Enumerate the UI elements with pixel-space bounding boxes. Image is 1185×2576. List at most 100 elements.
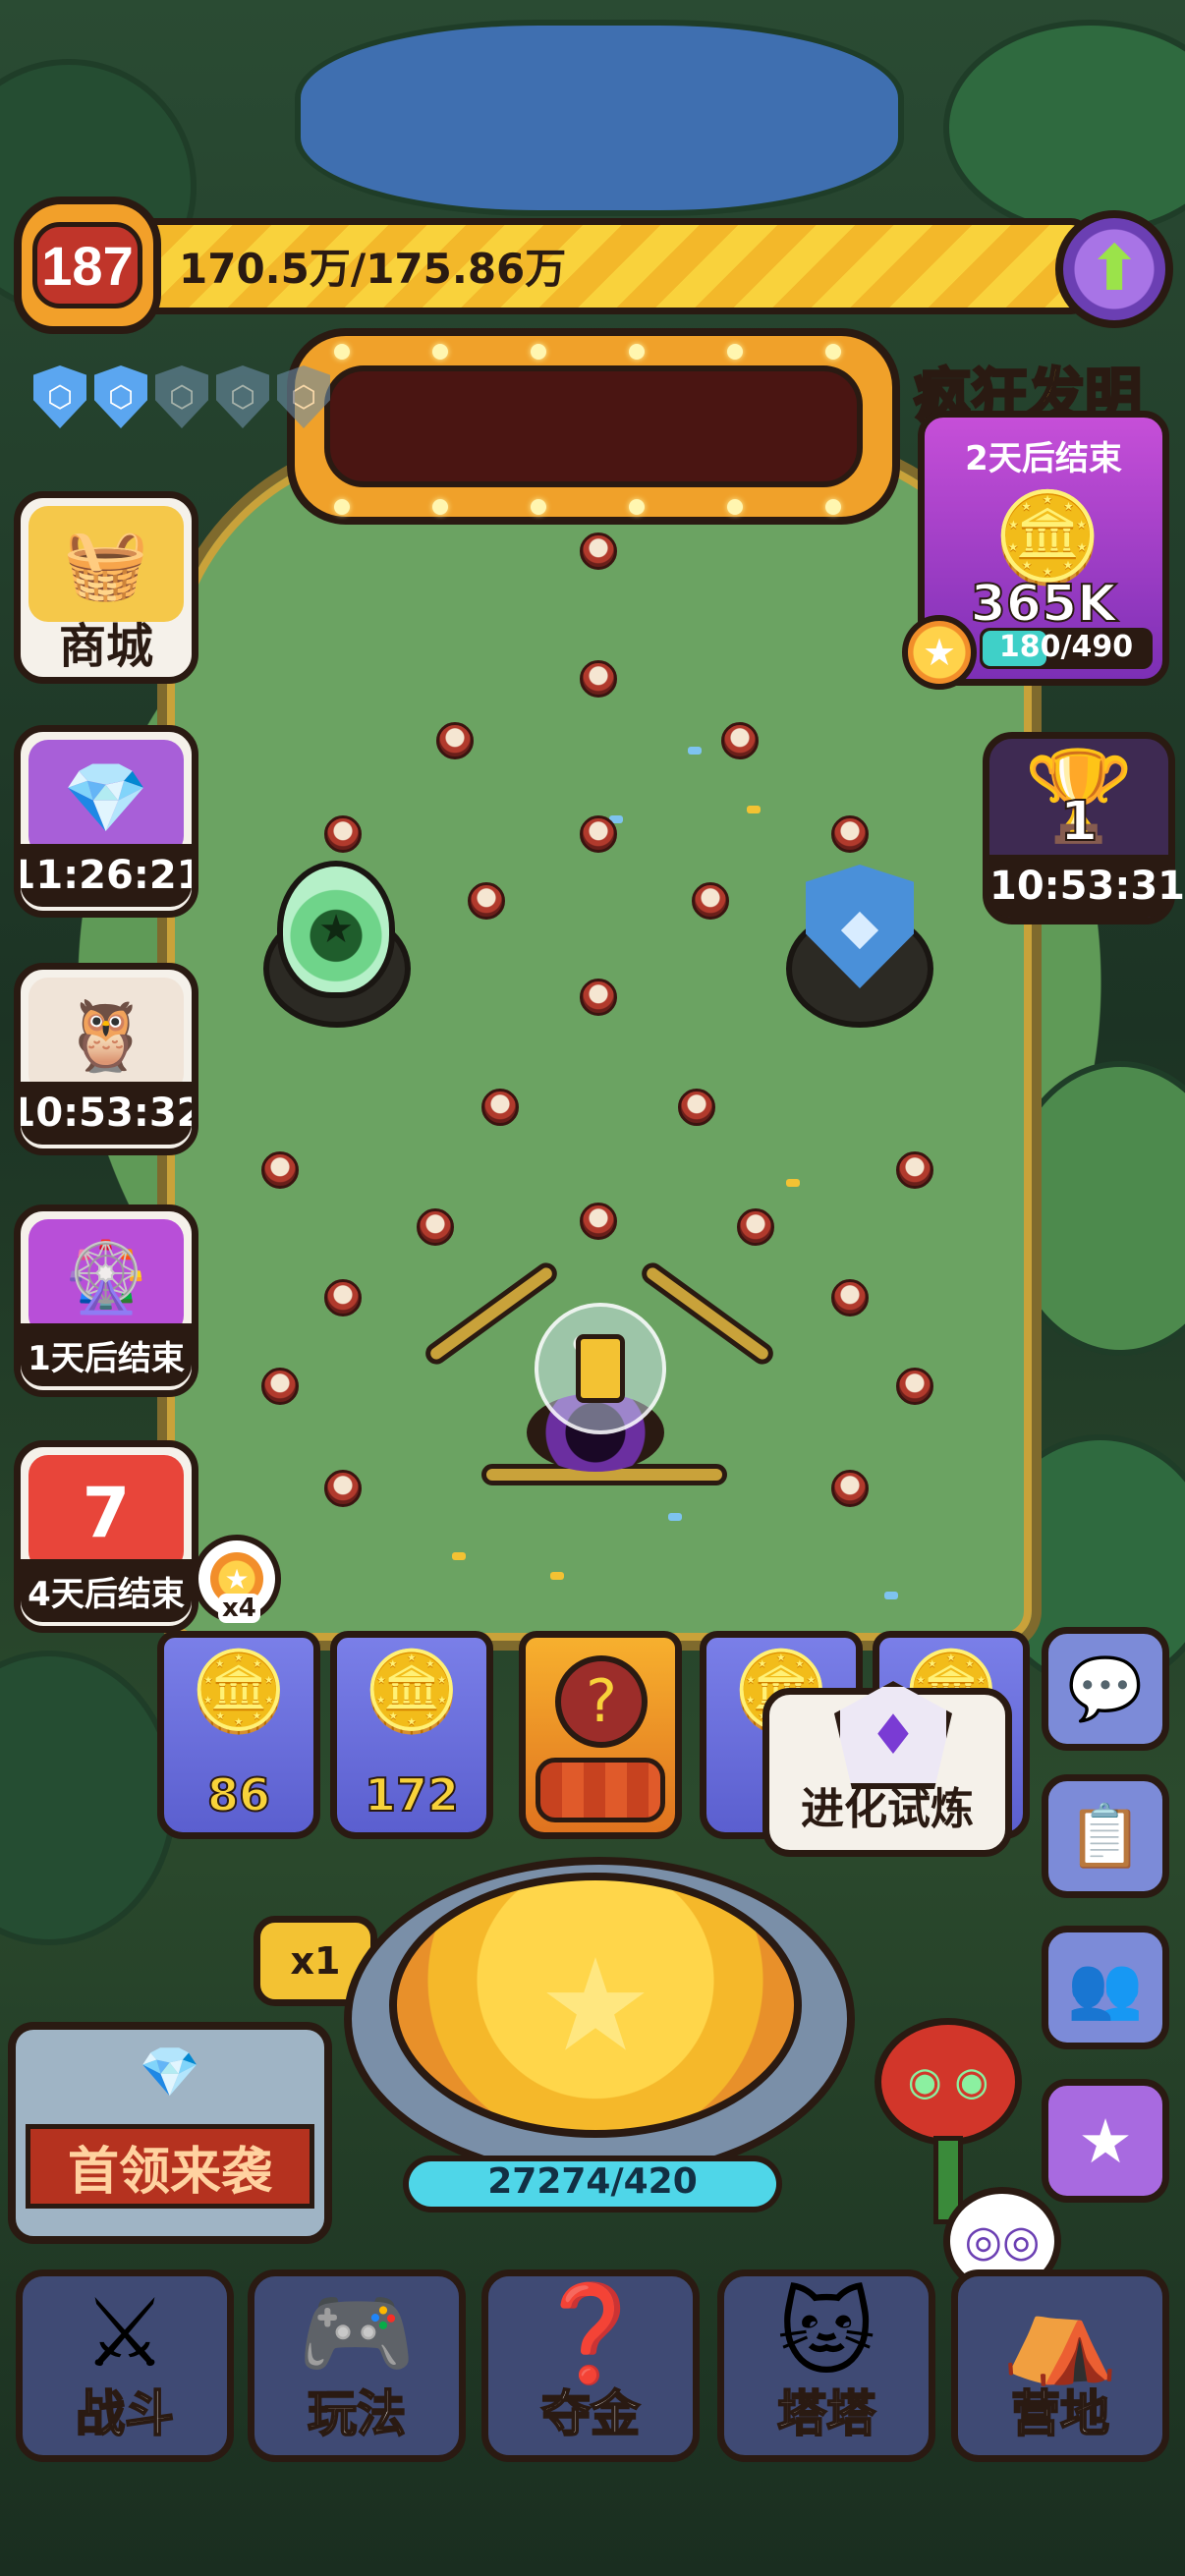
monster-egg-icon[interactable]: ★: [277, 861, 395, 998]
bulb: [727, 344, 743, 360]
nav-tata-label: 塔塔: [776, 2384, 876, 2443]
medal-icon: ★: [902, 615, 977, 690]
bulb: [432, 344, 448, 360]
slot-value: 86: [206, 1767, 271, 1822]
bulb: [727, 499, 743, 515]
gamepad-icon: 🎮: [298, 2278, 416, 2388]
gem-chest-timer: 11:26:21: [21, 844, 192, 907]
shop-basket-icon: 🧺: [28, 506, 184, 622]
mystery-slot: ?: [519, 1631, 682, 1839]
peg: [580, 532, 617, 570]
trophy-rank: 1: [1059, 789, 1100, 855]
daily-task-icon[interactable]: 📋: [1042, 1774, 1169, 1898]
peg: [896, 1368, 933, 1405]
nav-camp-label: 营地: [1010, 2384, 1110, 2443]
marquee-screen: [324, 365, 863, 487]
peg: [436, 722, 474, 759]
evolution-label: 进化试炼: [801, 1784, 974, 1834]
boss-label: 首领来袭: [26, 2124, 314, 2209]
gift-card-icon: [576, 1334, 625, 1403]
peg: [580, 979, 617, 1016]
tent-roofs: [295, 20, 904, 216]
mystery-star-icon: ?: [555, 1655, 648, 1748]
confetti: [786, 1179, 800, 1187]
nav-gold-rush[interactable]: ❓ 夺金: [481, 2269, 700, 2462]
event-progress-bar: 180/490: [980, 628, 1153, 669]
cat-gem-icon[interactable]: ★: [1042, 2079, 1169, 2203]
confetti: [668, 1513, 682, 1521]
nav-camp[interactable]: ⛺ 营地: [951, 2269, 1169, 2462]
peg: [261, 1151, 299, 1189]
launch-button[interactable]: ★: [389, 1873, 802, 2138]
peg: [324, 815, 362, 853]
rose-face-icon: ◉ ◉: [875, 2018, 1022, 2146]
level-number: 187: [32, 222, 142, 308]
peg: [831, 1470, 869, 1507]
nav-battle[interactable]: ⚔ 战斗: [16, 2269, 234, 2462]
peg: [896, 1151, 933, 1189]
reward-bubble[interactable]: [535, 1303, 666, 1434]
peg: [831, 815, 869, 853]
wheel-event-button[interactable]: 🎡 1天后结束: [14, 1204, 198, 1397]
nav-gold-rush-label: 夺金: [540, 2384, 641, 2443]
confetti: [884, 1592, 898, 1599]
reward-slot: 🪙 86: [157, 1631, 320, 1839]
gem-chest-icon: 💎: [28, 740, 184, 856]
peg: [737, 1208, 774, 1246]
chat-icon[interactable]: 💬: [1042, 1627, 1169, 1751]
crossed-swords-icon: ⚔: [82, 2278, 168, 2388]
bulb: [334, 499, 350, 515]
wheel-event-icon: 🎡: [28, 1219, 184, 1335]
reward-slot: 🪙 172: [330, 1631, 493, 1839]
peg: [324, 1279, 362, 1316]
bulb: [334, 344, 350, 360]
confetti: [747, 806, 761, 813]
nav-gameplay[interactable]: 🎮 玩法: [248, 2269, 466, 2462]
friends-icon[interactable]: 👥: [1042, 1926, 1169, 2049]
level-badge[interactable]: 187: [14, 196, 161, 334]
arrow-up-icon[interactable]: ⬆: [1055, 210, 1173, 328]
robot-cat-icon: 🐱: [776, 2278, 876, 2388]
bulb: [629, 499, 645, 515]
peg: [831, 1279, 869, 1316]
peg: [481, 1089, 519, 1126]
hero-event-button[interactable]: 🦉 10:53:32: [14, 963, 198, 1155]
confetti: [452, 1552, 466, 1560]
bulb: [531, 499, 546, 515]
shop-label: 商城: [58, 619, 153, 674]
evolution-trial-button[interactable]: ♦ 进化试炼: [762, 1681, 1012, 1857]
gold-coins-icon: 🪙: [190, 1646, 288, 1737]
peg: [692, 882, 729, 920]
forest-bush: [0, 1651, 177, 1945]
ball-count: x4: [218, 1594, 260, 1623]
shop-button[interactable]: 🧺 商城: [14, 491, 198, 684]
confetti: [688, 747, 702, 755]
peg: [324, 1470, 362, 1507]
marquee-board: [287, 328, 900, 525]
mystery-box-icon: ❓: [532, 2278, 649, 2388]
event-progress-text: 180/490: [998, 630, 1134, 664]
boss-icon: 💎: [139, 2044, 201, 2100]
barrel-icon: [536, 1758, 665, 1822]
hero-event-timer: 10:53:32: [21, 1082, 192, 1145]
peg: [580, 815, 617, 853]
bulb: [432, 499, 448, 515]
wheel-event-timer: 1天后结束: [21, 1323, 192, 1386]
peg: [417, 1208, 454, 1246]
calendar-icon: 7: [28, 1455, 184, 1571]
launch-progress-bar: 27274/420: [403, 2156, 782, 2212]
gem-chest-button[interactable]: 💎 11:26:21: [14, 725, 198, 918]
bulb: [629, 344, 645, 360]
gold-coins-icon: 🪙: [363, 1646, 461, 1737]
exp-text: 170.5万/175.86万: [179, 245, 567, 293]
boss-incoming-button[interactable]: 💎 首领来袭: [8, 2022, 332, 2244]
bulb: [531, 344, 546, 360]
peg: [580, 1203, 617, 1240]
peg: [721, 722, 759, 759]
confetti: [550, 1572, 564, 1580]
nav-tata[interactable]: 🐱 塔塔: [717, 2269, 935, 2462]
peg: [261, 1368, 299, 1405]
trophy-button[interactable]: 🏆 1 10:53:31: [983, 732, 1185, 924]
tent-icon: ⛺: [1001, 2278, 1119, 2388]
calendar-event-button[interactable]: 7 4天后结束: [14, 1440, 198, 1633]
